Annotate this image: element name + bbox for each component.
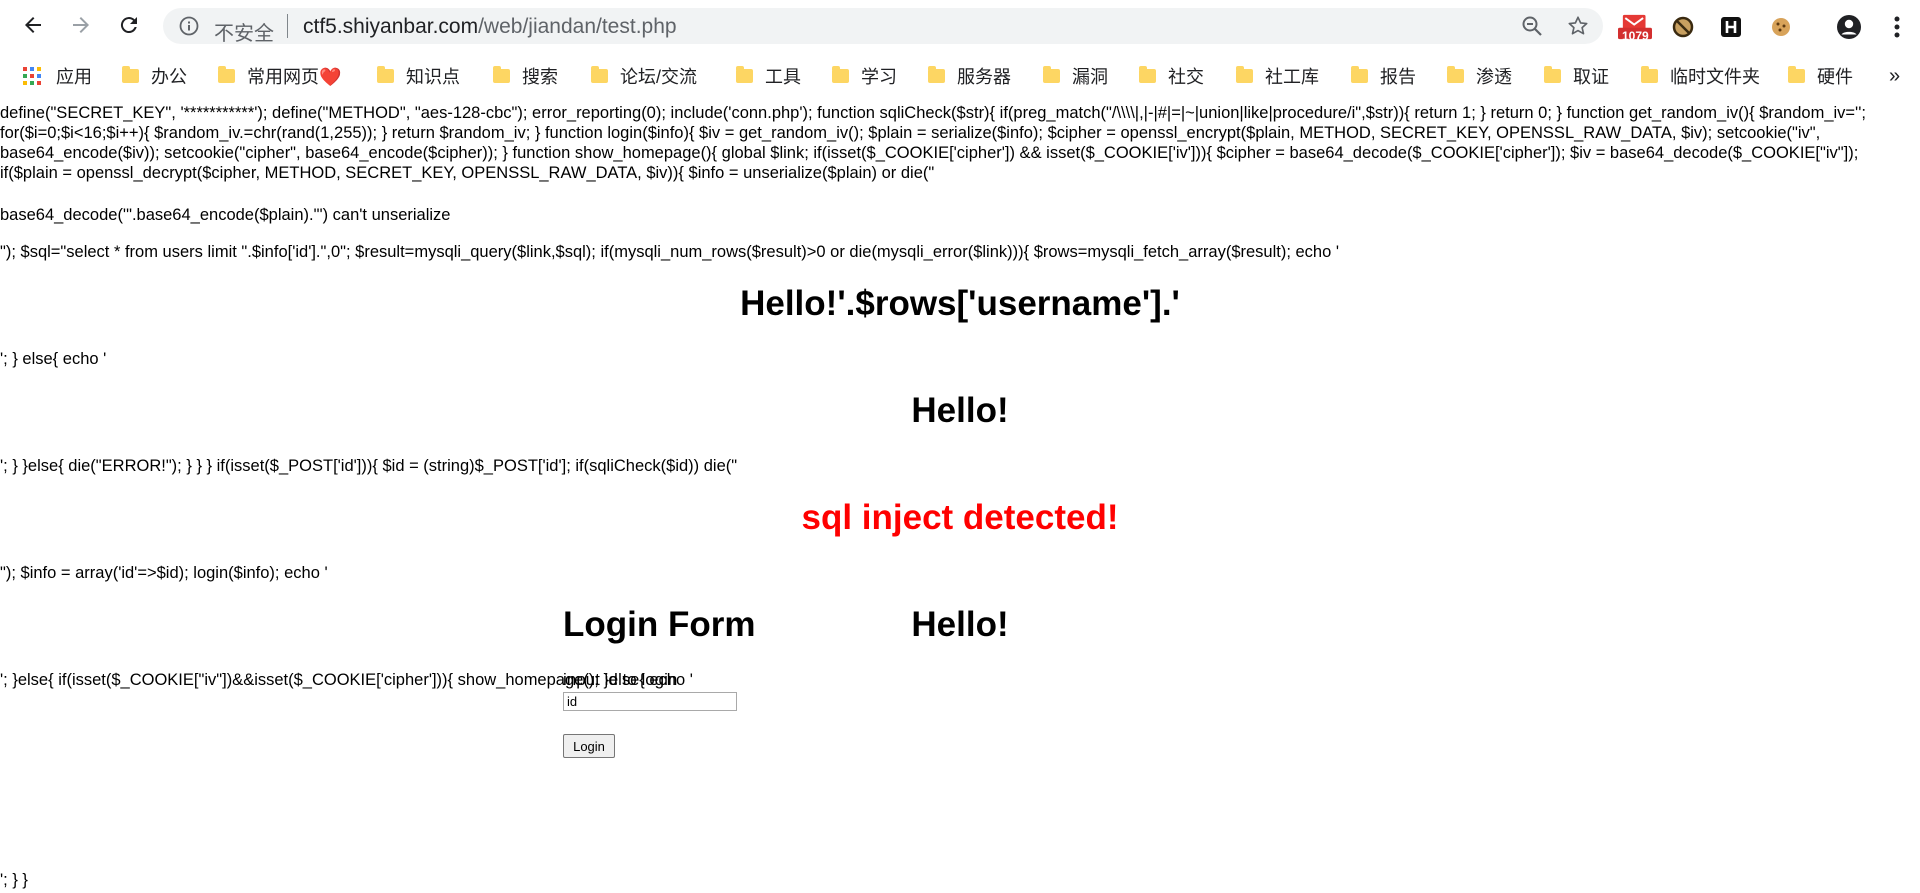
bookmark-folder[interactable]: 学习 <box>832 63 897 89</box>
heading-sql-inject: sql inject detected! <box>801 498 1119 537</box>
profile-avatar-icon[interactable] <box>1832 10 1866 44</box>
address-divider <box>287 14 288 38</box>
browser-toolbar: 不安全 ctf5.shiyanbar.com/web/jiandan/test.… <box>0 0 1920 52</box>
bookmark-label: 临时文件夹 <box>1670 67 1760 87</box>
bookmark-folder[interactable]: 服务器 <box>928 63 1011 89</box>
back-arrow-icon <box>25 17 41 33</box>
address-bar[interactable]: 不安全 ctf5.shiyanbar.com/web/jiandan/test.… <box>163 8 1603 46</box>
code-text: "); $sql="select * from users limit ".$i… <box>0 243 1340 261</box>
bookmark-folder[interactable]: 取证 <box>1544 63 1609 89</box>
bookmarks-bar: 应用 办公 常用网页❤️ 知识点 搜索 论坛/交流 工具 学习 服务器 漏洞 社… <box>0 56 1920 96</box>
url-path: /web/jiandan/test.php <box>478 15 677 38</box>
code-text: '; } else{ echo ' <box>0 350 107 368</box>
bookmark-label: 取证 <box>1573 67 1609 87</box>
url-host: ctf5.shiyanbar.com <box>303 15 479 38</box>
login-form-label: input id to login <box>563 670 678 689</box>
heading-hello-username: Hello!'.$rows['username'].' <box>740 284 1180 323</box>
code-text: "); $info = array('id'=>$id); login($inf… <box>0 564 328 582</box>
bookmark-folder[interactable]: 临时文件夹 <box>1641 63 1760 89</box>
bookmark-label: 服务器 <box>957 67 1011 87</box>
folder-icon <box>832 66 849 83</box>
folder-icon <box>1544 66 1561 83</box>
h-extension-icon[interactable] <box>1714 10 1748 44</box>
code-text: '; } }else{ die("ERROR!"); } } } if(isse… <box>0 457 738 475</box>
url-text[interactable]: ctf5.shiyanbar.com/web/jiandan/test.php <box>303 15 677 39</box>
bookmark-label: 论坛/交流 <box>620 67 698 87</box>
bookmark-folder[interactable]: 论坛/交流 <box>591 63 697 89</box>
back-button[interactable] <box>18 10 48 40</box>
bookmark-label: 知识点 <box>406 67 460 87</box>
folder-icon <box>1447 66 1464 83</box>
login-form-title: Login Form <box>563 605 756 644</box>
bookmark-folder[interactable]: 社交 <box>1139 63 1204 89</box>
login-button[interactable]: Login <box>563 734 615 758</box>
bookmark-label: 硬件 <box>1817 67 1853 87</box>
forward-button[interactable] <box>66 10 96 40</box>
bookmark-label: 社工库 <box>1265 67 1319 87</box>
cookie-extension-icon[interactable] <box>1764 10 1798 44</box>
bookmark-folder[interactable]: 工具 <box>736 63 801 89</box>
forward-arrow-icon <box>73 17 89 33</box>
code-text: '; }else{ if(isset($_COOKIE["iv"])&&isse… <box>0 671 693 689</box>
blocked-extension-icon[interactable] <box>1666 10 1700 44</box>
folder-icon <box>1139 66 1156 83</box>
bookmark-apps[interactable]: 应用 <box>22 63 92 89</box>
bookmark-folder[interactable]: 硬件 <box>1788 63 1853 89</box>
bookmark-folder[interactable]: 知识点 <box>377 63 460 89</box>
folder-icon <box>928 66 945 83</box>
bookmark-folder[interactable]: 搜索 <box>493 63 558 89</box>
bookmark-label: 办公 <box>151 67 187 87</box>
info-icon[interactable] <box>179 16 199 41</box>
folder-icon <box>218 66 235 83</box>
bookmark-label: 社交 <box>1168 67 1204 87</box>
bookmark-star-icon[interactable] <box>1567 15 1589 42</box>
folder-icon <box>377 66 394 83</box>
folder-icon <box>1043 66 1060 83</box>
folder-icon <box>493 66 510 83</box>
folder-icon <box>591 66 608 83</box>
bookmark-label: 报告 <box>1380 67 1416 87</box>
bookmark-label: 工具 <box>765 67 801 87</box>
zoom-icon[interactable] <box>1521 15 1543 42</box>
folder-icon <box>1788 66 1805 83</box>
bookmark-label: 渗透 <box>1476 67 1512 87</box>
id-input[interactable]: id <box>563 692 737 711</box>
bookmarks-overflow-button[interactable]: » <box>1889 63 1900 89</box>
bookmark-folder[interactable]: 渗透 <box>1447 63 1512 89</box>
code-text: define("SECRET_KEY", '***********'); def… <box>0 104 1866 182</box>
bookmark-folder[interactable]: 常用网页❤️ <box>218 63 341 89</box>
bookmark-folder[interactable]: 社工库 <box>1236 63 1319 89</box>
menu-kebab-icon[interactable] <box>1880 10 1914 44</box>
bookmark-folder[interactable]: 漏洞 <box>1043 63 1108 89</box>
bookmark-label: 搜索 <box>522 67 558 87</box>
folder-icon <box>1236 66 1253 83</box>
bookmark-label: 常用网页❤️ <box>247 67 342 87</box>
folder-icon <box>736 66 753 83</box>
folder-icon <box>1641 66 1658 83</box>
code-text: '; } } <box>0 871 28 889</box>
heading-hello: Hello! <box>911 391 1009 430</box>
reload-button[interactable] <box>114 10 144 40</box>
code-text: base64_decode('".base64_encode($plain)."… <box>0 206 451 224</box>
mail-extension-icon[interactable]: 1079 <box>1618 10 1652 44</box>
reload-icon <box>120 17 137 34</box>
bookmark-label: 学习 <box>861 67 897 87</box>
bookmark-folder[interactable]: 办公 <box>122 63 187 89</box>
extension-badge: 1079 <box>1622 29 1649 43</box>
insecure-label[interactable]: 不安全 <box>214 17 274 46</box>
apps-grid-icon <box>23 67 41 85</box>
folder-icon <box>1351 66 1368 83</box>
bookmark-folder[interactable]: 报告 <box>1351 63 1416 89</box>
bookmark-label: 漏洞 <box>1072 67 1108 87</box>
heading-hello: Hello! <box>911 605 1009 644</box>
bookmark-label: 应用 <box>56 67 92 87</box>
folder-icon <box>122 66 139 83</box>
